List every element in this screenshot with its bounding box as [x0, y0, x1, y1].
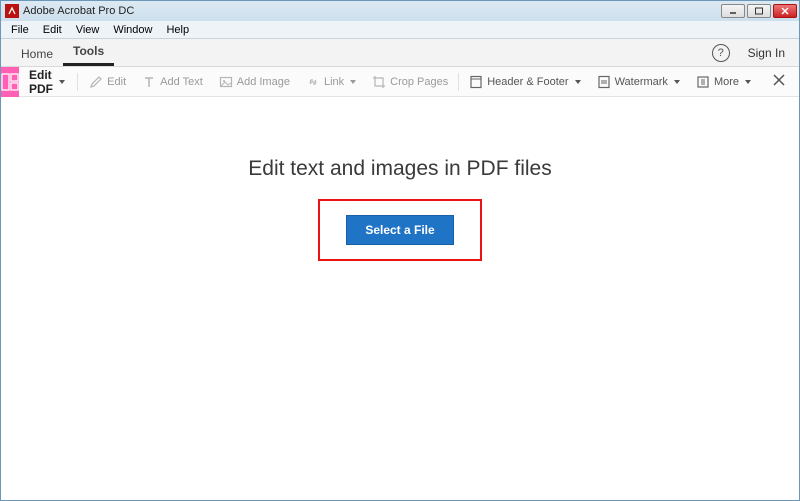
menu-view[interactable]: View: [70, 23, 106, 37]
maximize-button[interactable]: [747, 4, 771, 18]
tab-tools[interactable]: Tools: [63, 38, 114, 66]
minimize-button[interactable]: [721, 4, 745, 18]
tool-crop-pages[interactable]: Crop Pages: [364, 75, 456, 89]
chevron-down-icon: [674, 80, 680, 84]
tool-header-footer[interactable]: Header & Footer: [461, 75, 588, 89]
acrobat-icon: [5, 4, 19, 18]
tool-more-label: More: [714, 76, 739, 88]
tool-add-image[interactable]: Add Image: [211, 75, 298, 89]
tool-link-label: Link: [324, 76, 344, 88]
chevron-down-icon: [575, 80, 581, 84]
menu-edit[interactable]: Edit: [37, 23, 68, 37]
window-controls: [721, 4, 797, 18]
page-headline: Edit text and images in PDF files: [248, 157, 551, 181]
highlight-annotation: Select a File: [318, 199, 481, 261]
edit-icon: [89, 75, 103, 89]
tabbar: Home Tools ? Sign In: [1, 39, 799, 67]
menu-window[interactable]: Window: [107, 23, 158, 37]
tool-watermark-label: Watermark: [615, 76, 668, 88]
link-icon: [306, 75, 320, 89]
feature-dropdown[interactable]: Edit PDF: [19, 68, 75, 96]
chevron-down-icon: [745, 80, 751, 84]
page-watermark-icon: [597, 75, 611, 89]
tool-add-image-label: Add Image: [237, 76, 290, 88]
sign-in-link[interactable]: Sign In: [744, 46, 789, 60]
menu-file[interactable]: File: [5, 23, 35, 37]
feature-label: Edit PDF: [29, 68, 53, 96]
app-window: Adobe Acrobat Pro DC File Edit View Wind…: [0, 0, 800, 501]
tool-add-text-label: Add Text: [160, 76, 203, 88]
image-icon: [219, 75, 233, 89]
select-file-button[interactable]: Select a File: [346, 215, 453, 245]
more-icon: [696, 75, 710, 89]
menubar: File Edit View Window Help: [1, 21, 799, 39]
tool-link[interactable]: Link: [298, 75, 364, 89]
close-toolbar-button[interactable]: [759, 73, 799, 91]
window-title: Adobe Acrobat Pro DC: [23, 5, 721, 17]
tool-more[interactable]: More: [688, 75, 759, 89]
menu-help[interactable]: Help: [160, 23, 195, 37]
titlebar: Adobe Acrobat Pro DC: [1, 1, 799, 21]
chevron-down-icon: [59, 80, 65, 84]
close-button[interactable]: [773, 4, 797, 18]
text-icon: [142, 75, 156, 89]
tool-add-text[interactable]: Add Text: [134, 75, 211, 89]
chevron-down-icon: [350, 80, 356, 84]
help-icon[interactable]: ?: [712, 44, 730, 62]
page-header-icon: [469, 75, 483, 89]
tool-edit-label: Edit: [107, 76, 126, 88]
content-area: Edit text and images in PDF files Select…: [1, 97, 799, 500]
tool-edit[interactable]: Edit: [81, 75, 134, 89]
tool-watermark[interactable]: Watermark: [589, 75, 688, 89]
tool-header-footer-label: Header & Footer: [487, 76, 568, 88]
tool-crop-label: Crop Pages: [390, 76, 448, 88]
tab-home[interactable]: Home: [11, 41, 63, 66]
crop-icon: [372, 75, 386, 89]
edit-pdf-toolbar: Edit PDF Edit Add Text Add Image Link Cr…: [1, 67, 799, 97]
close-icon: [773, 74, 785, 86]
edit-pdf-badge-icon: [1, 67, 19, 97]
